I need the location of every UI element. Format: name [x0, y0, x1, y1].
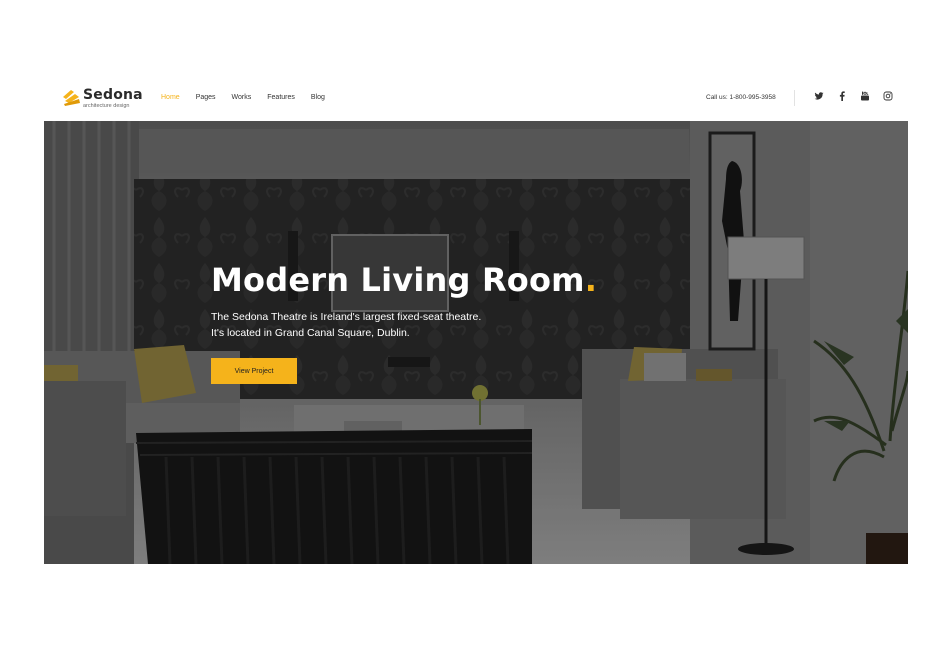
- nav-item-blog[interactable]: Blog: [311, 94, 325, 101]
- logo[interactable]: Sedona architecture design: [62, 86, 143, 112]
- living-room-image: [44, 121, 908, 564]
- hero-description: The Sedona Theatre is Ireland's largest …: [211, 309, 531, 341]
- call-us-text[interactable]: Call us: 1-800-995-3958: [706, 94, 776, 101]
- header-divider: [794, 90, 795, 106]
- logo-tagline: architecture design: [83, 103, 130, 109]
- page: Sedona architecture design Home Pages Wo…: [0, 0, 952, 655]
- hero-title-text: Modern Living Room: [211, 261, 585, 299]
- main-nav: Home Pages Works Features Blog: [161, 94, 341, 101]
- social-links: [814, 91, 893, 101]
- nav-item-pages[interactable]: Pages: [196, 94, 216, 101]
- nav-item-features[interactable]: Features: [267, 94, 295, 101]
- logo-name: Sedona: [83, 87, 143, 103]
- youtube-icon[interactable]: [860, 91, 870, 101]
- nav-item-works[interactable]: Works: [232, 94, 252, 101]
- facebook-icon[interactable]: [837, 91, 847, 101]
- hero-title: Modern Living Room.: [211, 261, 597, 299]
- hero-banner: Modern Living Room. The Sedona Theatre i…: [44, 121, 908, 564]
- hero-title-dot: .: [584, 261, 598, 299]
- instagram-icon[interactable]: [883, 91, 893, 101]
- nav-item-home[interactable]: Home: [161, 94, 180, 101]
- view-project-button[interactable]: View Project: [211, 358, 297, 384]
- twitter-icon[interactable]: [814, 91, 824, 101]
- hero-text-line-1: The Sedona Theatre is Ireland's largest …: [211, 311, 482, 323]
- logo-icon: [63, 90, 80, 106]
- hero-text-line-2: It's located in Grand Canal Square, Dubl…: [211, 327, 410, 339]
- site-header: Sedona architecture design Home Pages Wo…: [62, 86, 893, 112]
